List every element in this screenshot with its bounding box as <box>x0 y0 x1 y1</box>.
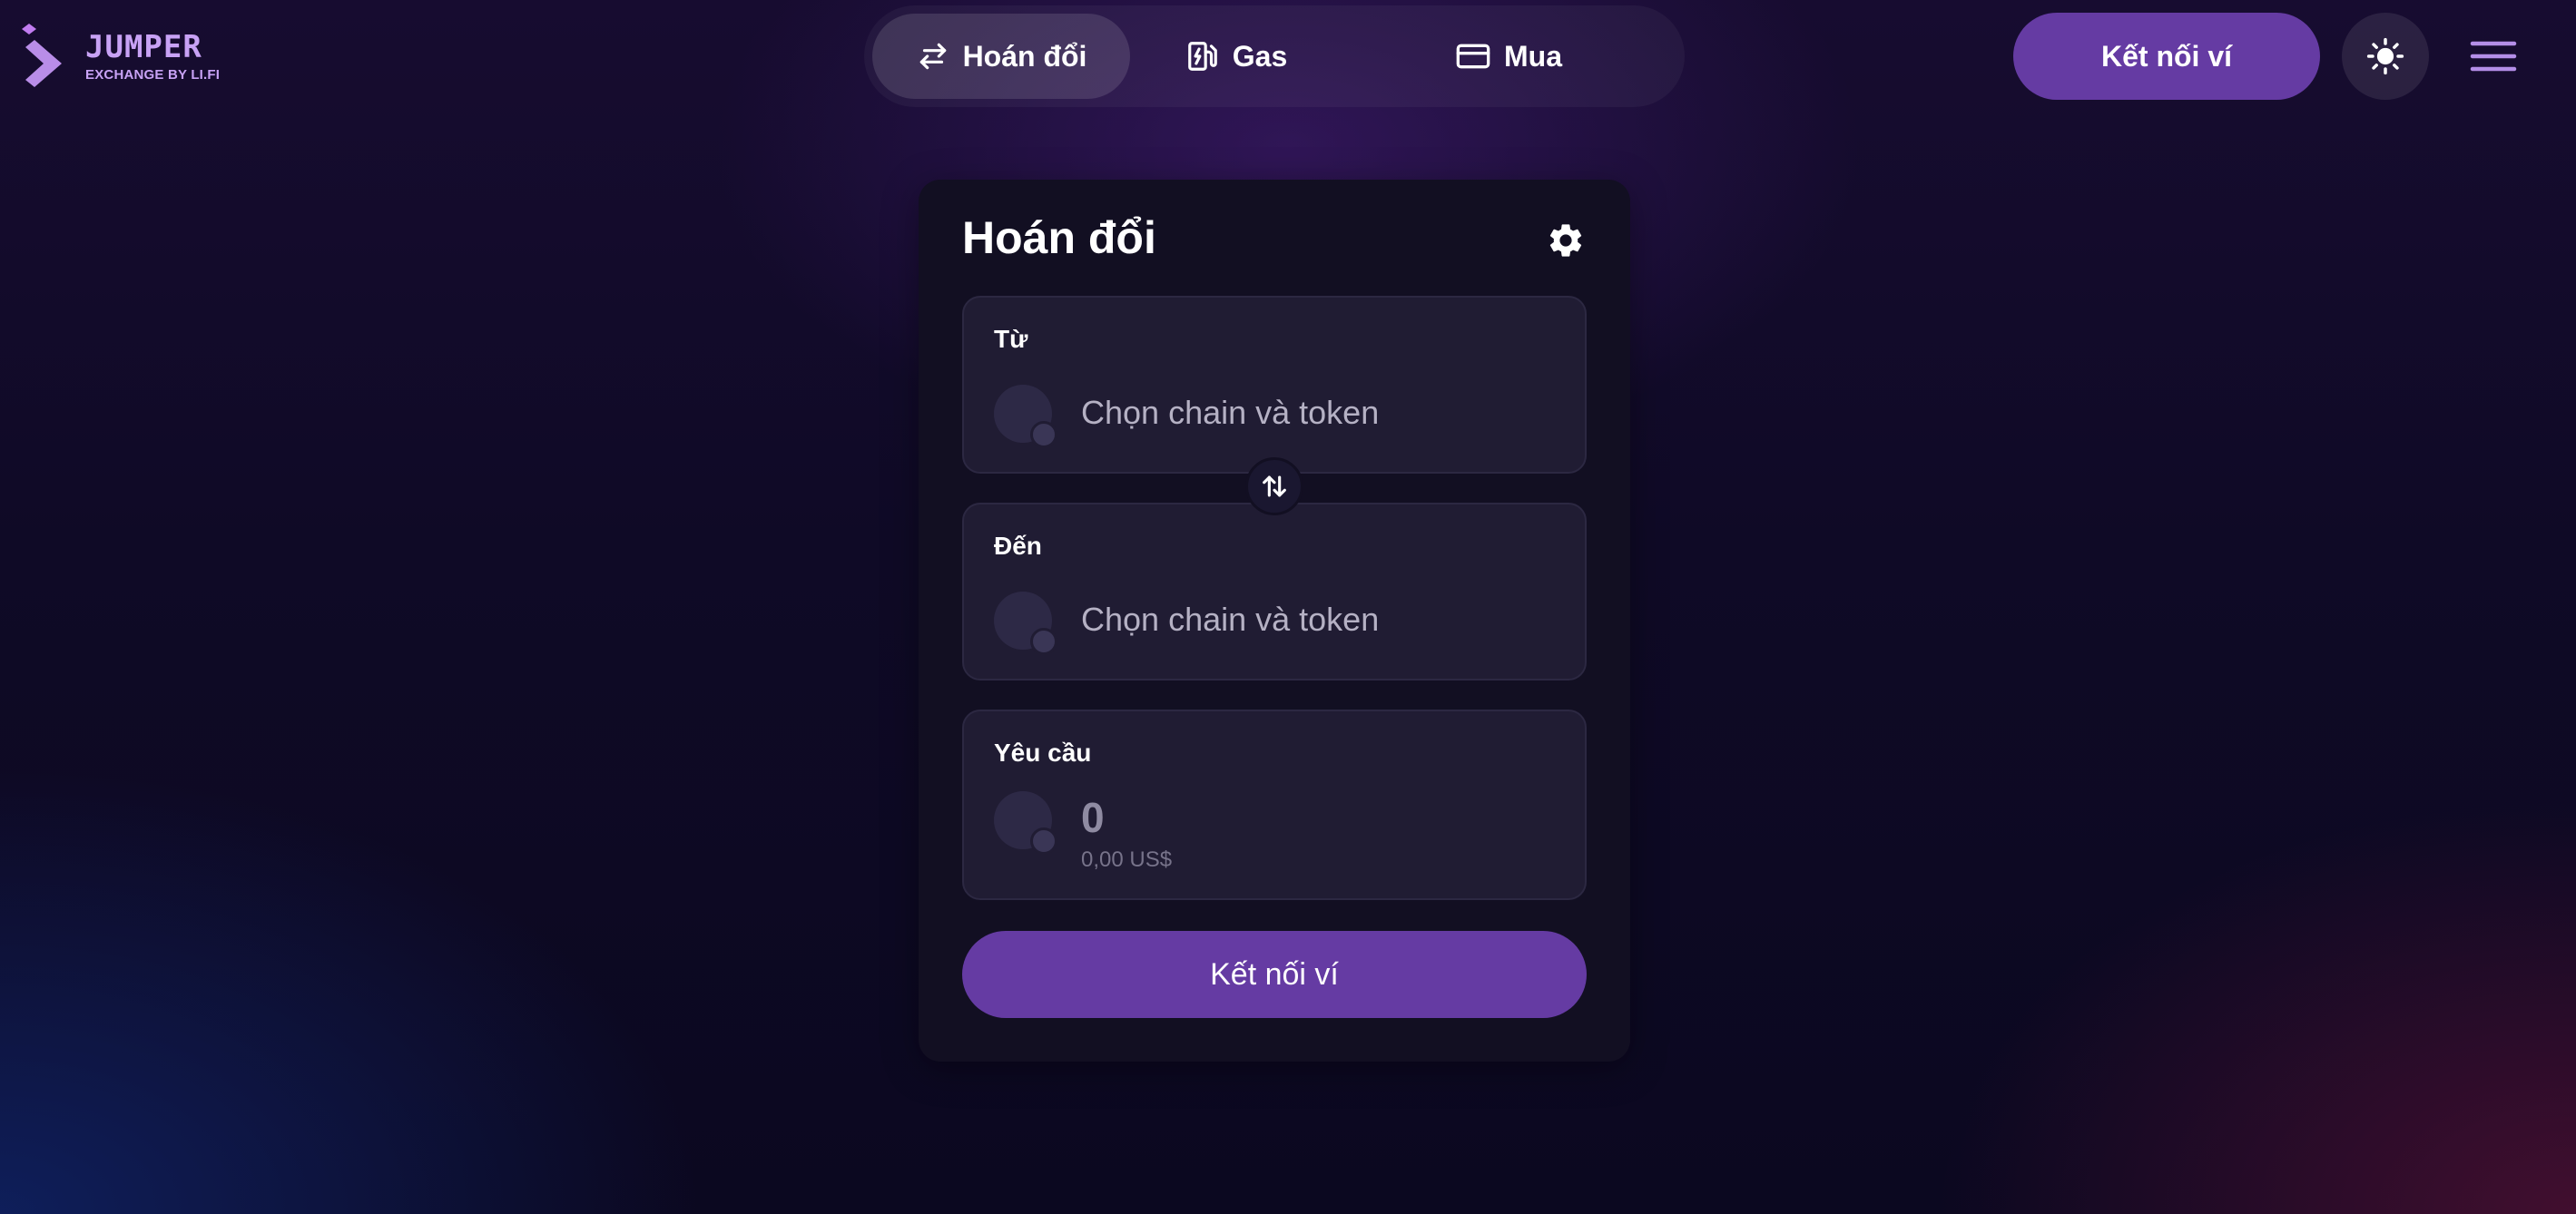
receive-label: Yêu cầu <box>994 739 1092 767</box>
receive-chain-badge <box>1030 827 1057 855</box>
tab-buy-label: Mua <box>1504 39 1562 73</box>
tab-gas[interactable]: Gas <box>1145 14 1327 99</box>
receive-token-avatar <box>994 791 1057 855</box>
fuel-pump-icon <box>1187 42 1217 71</box>
connect-wallet-main-button[interactable]: Kết nối ví <box>962 931 1587 1018</box>
tab-buy[interactable]: Mua <box>1400 14 1617 99</box>
top-header: JUMPER EXCHANGE BY LI.FI Hoán đổi Gas Mu… <box>0 0 2576 113</box>
settings-button[interactable] <box>1543 218 1588 263</box>
swap-arrows-icon <box>919 43 946 70</box>
card-title: Hoán đổi <box>962 212 1156 263</box>
connect-wallet-button[interactable]: Kết nối ví <box>2013 13 2320 100</box>
reverse-tokens-button[interactable] <box>1245 457 1303 515</box>
tab-gas-label: Gas <box>1232 39 1288 73</box>
to-token-placeholder: Chọn chain và token <box>1081 601 1380 638</box>
jumper-logo-mark-icon <box>22 24 62 87</box>
swap-vertical-icon <box>1263 475 1286 497</box>
receive-panel: Yêu cầu 0 0,00 US$ <box>962 710 1587 900</box>
tab-swap-label: Hoán đổi <box>962 39 1087 73</box>
menu-button[interactable] <box>2463 33 2523 80</box>
jumper-logo[interactable]: JUMPER EXCHANGE BY LI.FI <box>22 24 240 89</box>
from-token-selector[interactable]: Từ Chọn chain và token <box>962 296 1587 474</box>
to-label: Đến <box>994 532 1042 560</box>
swap-card: Hoán đổi Từ Chọn chain và token Đến Chọn… <box>919 180 1630 1062</box>
hamburger-menu-icon <box>2470 41 2517 72</box>
tab-swap[interactable]: Hoán đổi <box>872 14 1130 99</box>
logo-tagline: EXCHANGE BY LI.FI <box>85 67 221 83</box>
receive-usd-value: 0,00 US$ <box>1081 847 1173 872</box>
from-label: Từ <box>994 325 1028 353</box>
gear-icon <box>1549 224 1582 257</box>
to-token-avatar <box>994 592 1057 655</box>
from-chain-badge <box>1030 421 1057 448</box>
from-token-placeholder: Chọn chain và token <box>1081 394 1380 431</box>
logo-wordmark: JUMPER <box>85 29 202 65</box>
theme-toggle-button[interactable] <box>2342 13 2429 100</box>
to-token-selector[interactable]: Đến Chọn chain và token <box>962 503 1587 680</box>
sun-icon <box>2366 37 2404 75</box>
main-nav-tabs: Hoán đổi Gas Mua <box>864 5 1685 107</box>
from-token-avatar <box>994 385 1057 448</box>
receive-amount: 0 <box>1081 794 1105 841</box>
to-chain-badge <box>1030 628 1057 655</box>
credit-card-icon <box>1456 44 1490 69</box>
